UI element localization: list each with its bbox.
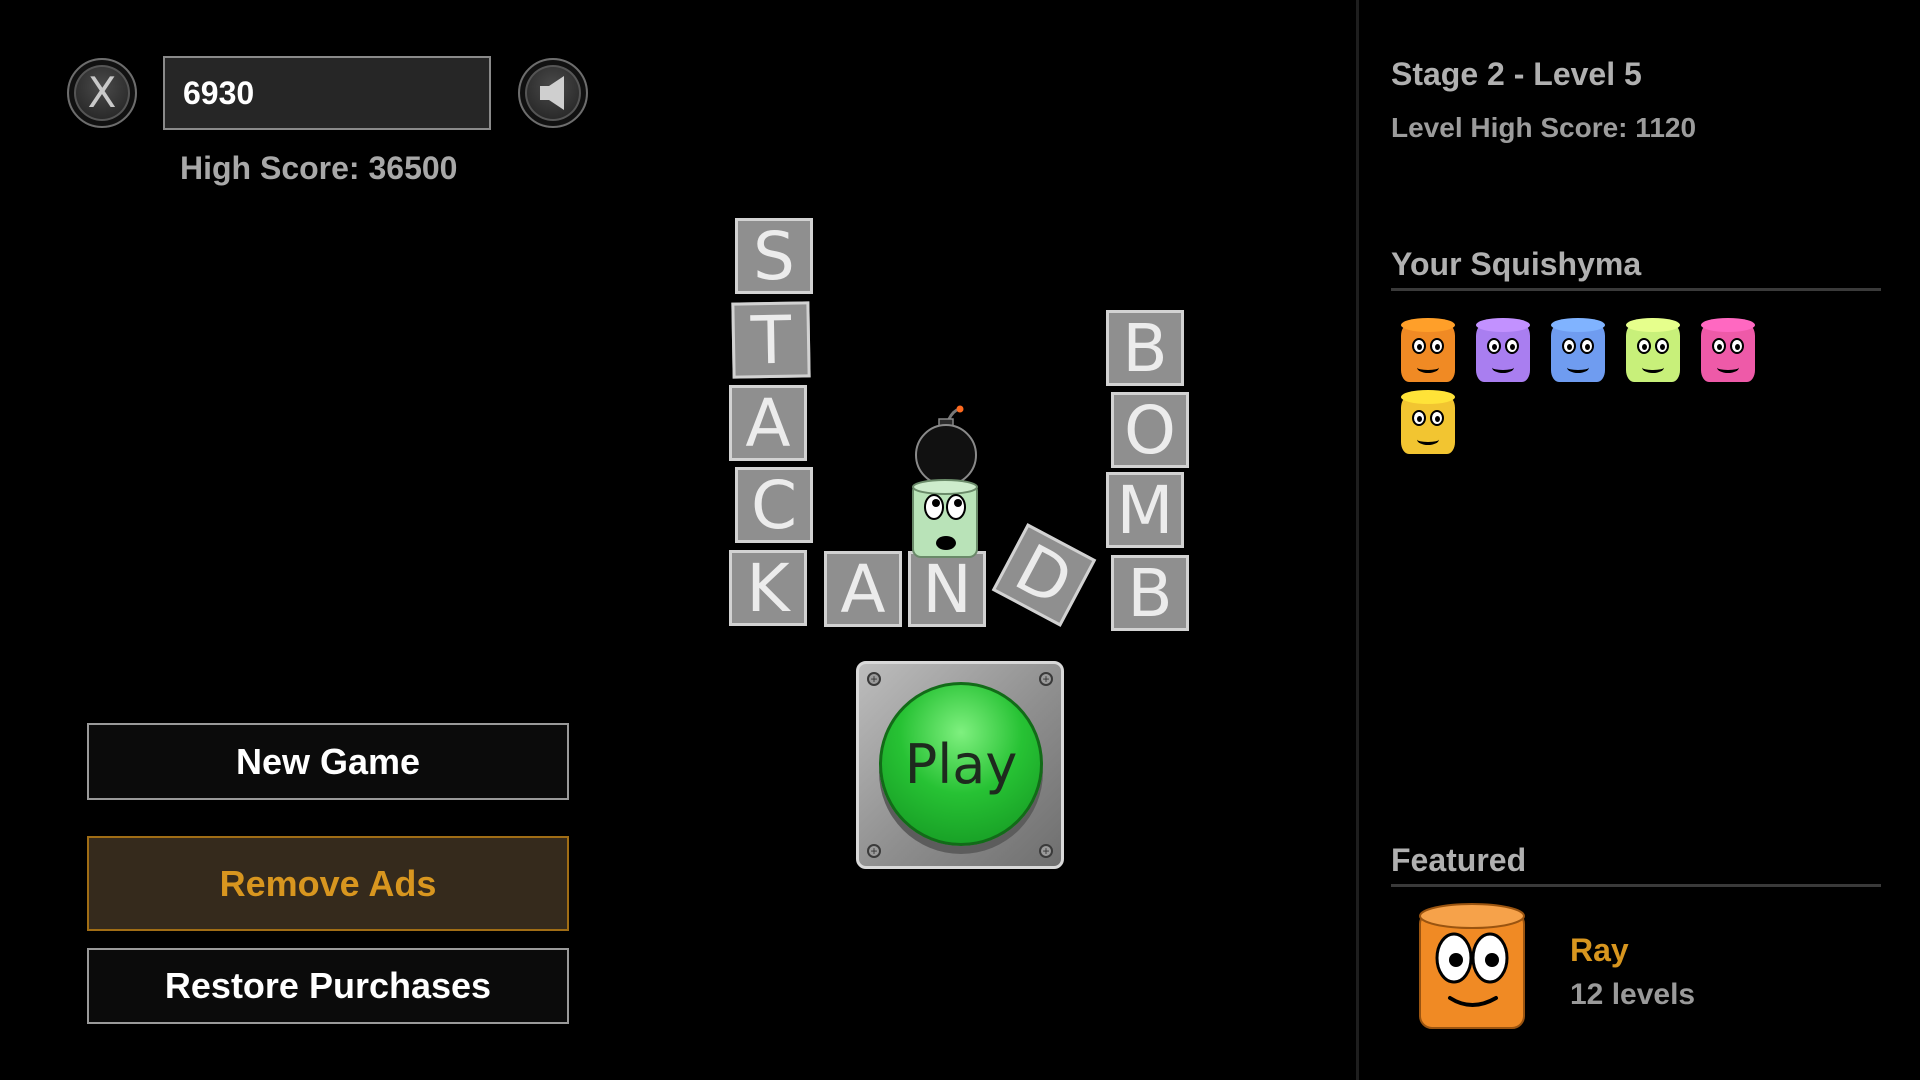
squishyma-icon[interactable] [1401,390,1455,454]
screw-icon: + [867,844,881,858]
logo-tile: A [824,551,902,628]
logo-tile: O [1111,392,1189,469]
panel-divider [1356,0,1359,1080]
close-button[interactable]: X [67,58,137,128]
level-high-score: Level High Score: 1120 [1391,112,1697,143]
logo-tile: M [1106,472,1184,549]
remove-ads-label: Remove Ads [219,862,437,904]
logo-tile: T [731,301,811,379]
logo-tile: C [735,467,813,544]
high-score-label: High Score: 36500 [180,150,458,186]
screw-icon: + [1039,672,1053,686]
restore-purchases-label: Restore Purchases [164,965,492,1006]
logo-tile: A [729,385,807,462]
play-label: Play [904,732,1018,796]
logo-tile: K [729,550,807,627]
speaker-icon [540,76,564,110]
new-game-button[interactable]: New Game [87,723,569,800]
logo-tile: B [1111,555,1189,632]
squishyma-title: Your Squishyma [1391,246,1642,282]
squishyma-icon[interactable] [1701,318,1755,382]
remove-ads-button[interactable]: Remove Ads [87,836,569,931]
logo-tile: N [908,551,986,628]
logo-tile: S [735,218,813,295]
play-button-plate: + + + + Play [856,661,1064,869]
featured-levels: 12 levels [1570,978,1696,1011]
featured-squishy-avatar[interactable] [1418,902,1526,1030]
squishyma-icon[interactable] [1626,318,1680,382]
score-display: 6930 [163,56,491,130]
squishyma-icon[interactable] [1551,318,1605,382]
logo-tile: D [991,523,1097,627]
new-game-label: New Game [235,740,421,782]
stage-level-title: Stage 2 - Level 5 [1391,56,1642,92]
squishyma-divider [1391,288,1881,291]
screw-icon: + [1039,844,1053,858]
close-icon: X [87,68,117,117]
bomb-character-icon [912,405,978,558]
featured-name[interactable]: Ray [1570,932,1629,969]
restore-purchases-button[interactable]: Restore Purchases [87,948,569,1024]
featured-title: Featured [1391,842,1527,878]
logo-tile: B [1106,310,1184,387]
featured-divider [1391,884,1881,887]
squishyma-icon[interactable] [1401,318,1455,382]
current-score: 6930 [183,74,255,111]
screw-icon: + [867,672,881,686]
play-button[interactable]: Play [879,682,1043,846]
sound-button[interactable] [518,58,588,128]
squishyma-icon[interactable] [1476,318,1530,382]
